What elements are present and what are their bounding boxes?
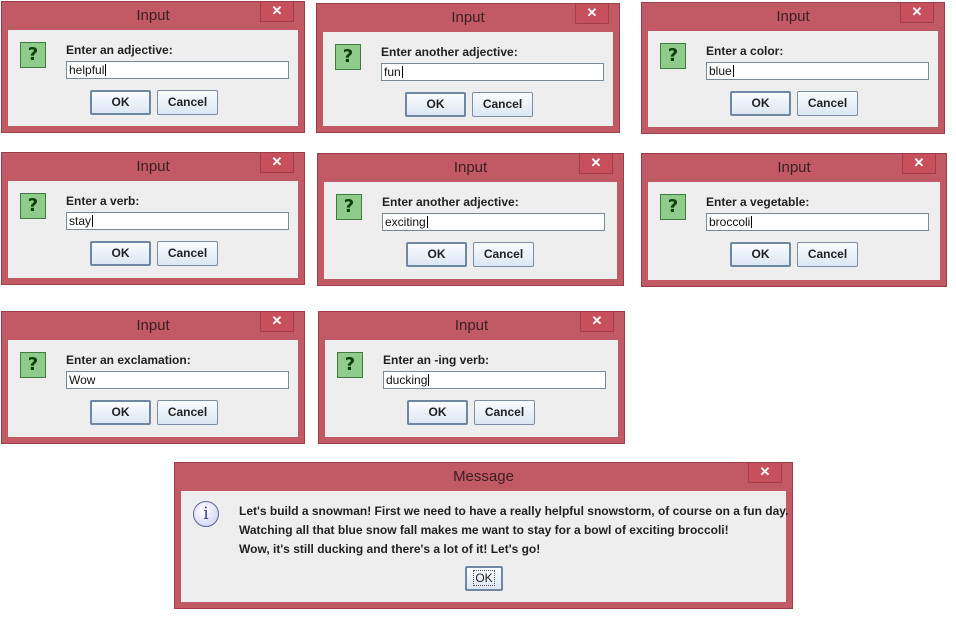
cancel-button[interactable]: Cancel bbox=[157, 241, 218, 266]
input-value: exciting bbox=[385, 215, 426, 229]
text-input[interactable]: blue bbox=[706, 62, 929, 80]
input-dialog-another-adjective: Input ✕ ? Enter another adjective: fun O… bbox=[316, 3, 620, 133]
cancel-button[interactable]: Cancel bbox=[474, 400, 535, 425]
close-icon[interactable]: ✕ bbox=[260, 312, 294, 332]
input-dialog-verb: Input ✕ ? Enter a verb: stay OK Cancel bbox=[1, 152, 305, 285]
ok-button[interactable]: OK bbox=[90, 241, 151, 266]
text-input[interactable]: fun bbox=[381, 63, 604, 81]
input-value: helpful bbox=[69, 63, 105, 77]
input-value: blue bbox=[709, 64, 732, 78]
text-caret bbox=[401, 66, 403, 78]
text-caret bbox=[426, 216, 428, 228]
cancel-button[interactable]: Cancel bbox=[157, 90, 218, 115]
dialog-title: Input bbox=[453, 159, 488, 176]
prompt-label: Enter an adjective: bbox=[66, 43, 173, 57]
dialog-title: Input bbox=[136, 158, 170, 175]
message-line: Let's build a snowman! First we need to … bbox=[239, 504, 789, 518]
prompt-label: Enter an -ing verb: bbox=[383, 353, 490, 367]
prompt-label: Enter a verb: bbox=[66, 194, 140, 208]
info-icon: i bbox=[193, 501, 219, 527]
cancel-button[interactable]: Cancel bbox=[472, 92, 533, 117]
input-value: fun bbox=[384, 65, 401, 79]
text-caret bbox=[751, 216, 753, 228]
dialog-body: ? Enter a color: blue OK Cancel bbox=[648, 31, 938, 127]
close-icon[interactable]: ✕ bbox=[748, 463, 782, 483]
text-input[interactable]: broccoli bbox=[706, 213, 929, 231]
dialog-body: ? Enter another adjective: exciting OK C… bbox=[324, 182, 617, 279]
ok-button[interactable]: OK bbox=[465, 566, 503, 591]
text-input[interactable]: Wow bbox=[66, 371, 289, 389]
message-line: Wow, it's still ducking and there's a lo… bbox=[239, 542, 541, 556]
dialog-body: i Let's build a snowman! First we need t… bbox=[181, 491, 789, 602]
ok-button[interactable]: OK bbox=[407, 400, 468, 425]
ok-button[interactable]: OK bbox=[730, 242, 791, 267]
message-dialog: Message ✕ i Let's build a snowman! First… bbox=[174, 462, 793, 609]
dialog-title: Input bbox=[451, 9, 485, 26]
input-dialog-vegetable: Input ✕ ? Enter a vegetable: broccoli OK… bbox=[641, 153, 947, 287]
dialog-body: ? Enter a verb: stay OK Cancel bbox=[8, 181, 298, 278]
question-icon: ? bbox=[336, 194, 362, 220]
input-value: broccoli bbox=[709, 215, 751, 229]
question-icon: ? bbox=[335, 44, 361, 70]
ok-button[interactable]: OK bbox=[405, 92, 466, 117]
dialog-body: ? Enter an adjective: helpful OK Cancel bbox=[8, 30, 298, 126]
text-input[interactable]: helpful bbox=[66, 61, 289, 79]
question-icon: ? bbox=[660, 194, 686, 220]
cancel-button[interactable]: Cancel bbox=[797, 91, 858, 116]
text-caret bbox=[732, 65, 734, 77]
cancel-button[interactable]: Cancel bbox=[797, 242, 858, 267]
input-dialog-another-adjective-2: Input ✕ ? Enter another adjective: excit… bbox=[317, 153, 624, 286]
dialog-body: ? Enter an -ing verb: ducking OK Cancel bbox=[325, 340, 618, 437]
dialog-body: ? Enter a vegetable: broccoli OK Cancel bbox=[648, 182, 940, 280]
dialog-title: Input bbox=[777, 159, 811, 176]
cancel-button[interactable]: Cancel bbox=[157, 400, 218, 425]
input-value: ducking bbox=[386, 373, 428, 387]
close-icon[interactable]: ✕ bbox=[575, 4, 609, 24]
close-icon[interactable]: ✕ bbox=[580, 312, 614, 332]
ok-label: OK bbox=[473, 570, 495, 586]
input-dialog-ing-verb: Input ✕ ? Enter an -ing verb: ducking OK… bbox=[318, 311, 625, 444]
dialog-title: Input bbox=[454, 317, 489, 334]
close-icon[interactable]: ✕ bbox=[902, 154, 936, 174]
dialog-body: ? Enter another adjective: fun OK Cancel bbox=[323, 32, 613, 126]
close-icon[interactable]: ✕ bbox=[900, 3, 934, 23]
ok-button[interactable]: OK bbox=[730, 91, 791, 116]
question-icon: ? bbox=[20, 352, 46, 378]
text-caret bbox=[105, 64, 107, 76]
input-dialog-adjective: Input ✕ ? Enter an adjective: helpful OK… bbox=[1, 1, 305, 133]
input-value: Wow bbox=[69, 373, 96, 387]
dialog-body: ? Enter an exclamation: Wow OK Cancel bbox=[8, 340, 298, 437]
text-input[interactable]: exciting bbox=[382, 213, 605, 231]
prompt-label: Enter another adjective: bbox=[381, 45, 518, 59]
prompt-label: Enter an exclamation: bbox=[66, 353, 191, 367]
text-input[interactable]: ducking bbox=[383, 371, 606, 389]
input-value: stay bbox=[69, 214, 92, 228]
text-caret bbox=[428, 374, 430, 386]
text-input[interactable]: stay bbox=[66, 212, 289, 230]
cancel-button[interactable]: Cancel bbox=[473, 242, 534, 267]
question-icon: ? bbox=[20, 42, 46, 68]
ok-button[interactable]: OK bbox=[406, 242, 467, 267]
question-icon: ? bbox=[660, 43, 686, 69]
dialog-title: Input bbox=[136, 317, 170, 334]
question-icon: ? bbox=[20, 193, 46, 219]
close-icon[interactable]: ✕ bbox=[260, 2, 294, 22]
close-icon[interactable]: ✕ bbox=[579, 154, 613, 174]
dialog-title: Input bbox=[136, 7, 170, 24]
question-icon: ? bbox=[337, 352, 363, 378]
prompt-label: Enter a vegetable: bbox=[706, 195, 810, 209]
close-icon[interactable]: ✕ bbox=[260, 153, 294, 173]
dialog-title: Message bbox=[453, 468, 514, 485]
input-dialog-color: Input ✕ ? Enter a color: blue OK Cancel bbox=[641, 2, 945, 134]
prompt-label: Enter another adjective: bbox=[382, 195, 519, 209]
dialog-title: Input bbox=[776, 8, 810, 25]
text-caret bbox=[92, 215, 94, 227]
message-line: Watching all that blue snow fall makes m… bbox=[239, 523, 729, 537]
ok-button[interactable]: OK bbox=[90, 90, 151, 115]
prompt-label: Enter a color: bbox=[706, 44, 784, 58]
ok-button[interactable]: OK bbox=[90, 400, 151, 425]
input-dialog-exclamation: Input ✕ ? Enter an exclamation: Wow OK C… bbox=[1, 311, 305, 444]
